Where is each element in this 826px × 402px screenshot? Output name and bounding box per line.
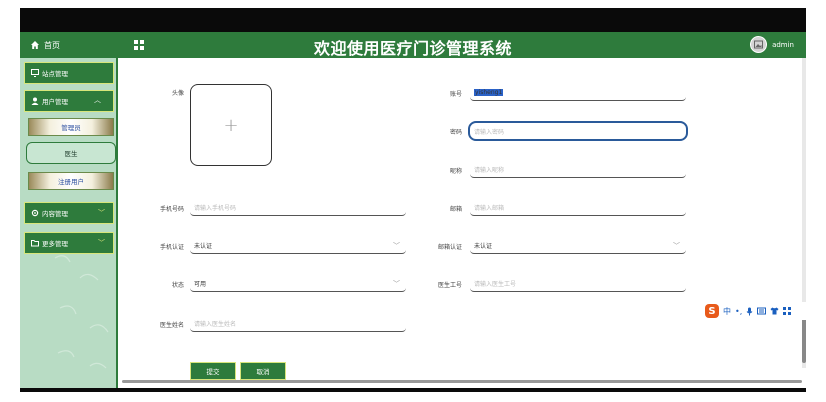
chevron-up-icon: ︿ xyxy=(94,96,101,104)
phone-verify-select[interactable]: 未认证 ﹀ xyxy=(190,238,406,254)
email-label: 邮箱 xyxy=(449,206,462,213)
sogou-logo-icon[interactable]: S xyxy=(705,304,719,318)
user-menu[interactable]: admin xyxy=(750,36,794,53)
sidebar-subitem-label: 注册用户 xyxy=(58,178,84,186)
gear-icon xyxy=(31,209,39,217)
avatar xyxy=(750,36,768,53)
horizontal-scrollbar[interactable] xyxy=(122,380,802,383)
status-select[interactable]: 可用 ﹀ xyxy=(190,276,406,292)
sidebar-item-users[interactable]: 用户管理 ︿ xyxy=(24,90,114,112)
nickname-label: 昵称 xyxy=(449,168,462,175)
sidebar-item-label: 站点管理 xyxy=(42,70,68,78)
email-verify-label: 邮箱认证 xyxy=(437,244,462,251)
browser-bottom-strip xyxy=(20,388,806,392)
email-verify-select[interactable]: 未认证 ﹀ xyxy=(470,238,686,254)
sidebar: 站点管理 用户管理 ︿ 管理员 医生 注册用户 内容管理 ﹀ 更多管理 ﹀ xyxy=(20,58,118,388)
nickname-input[interactable]: 请输入昵称 xyxy=(470,162,686,178)
user-icon xyxy=(31,97,39,105)
cancel-button[interactable]: 取消 xyxy=(240,362,286,380)
skin-shirt-icon[interactable] xyxy=(770,307,779,315)
phone-verify-label: 手机认证 xyxy=(159,244,184,251)
avatar-upload[interactable]: + xyxy=(190,84,272,166)
sidebar-item-label: 内容管理 xyxy=(42,210,68,218)
vertical-scrollbar[interactable] xyxy=(802,58,806,368)
sidebar-subitem-label: 管理员 xyxy=(61,124,81,132)
ime-punctuation[interactable]: •, xyxy=(735,307,742,316)
phone-verify-value: 未认证 xyxy=(194,243,213,250)
chevron-down-icon: ﹀ xyxy=(673,242,680,250)
username: admin xyxy=(772,40,794,49)
status-value: 可用 xyxy=(194,281,207,288)
chevron-down-icon: ﹀ xyxy=(393,280,400,288)
email-placeholder: 请输入邮箱 xyxy=(474,205,505,212)
email-input[interactable]: 请输入邮箱 xyxy=(470,200,686,216)
email-verify-value: 未认证 xyxy=(474,243,493,250)
submit-button[interactable]: 提交 xyxy=(190,362,236,380)
account-input[interactable]: yisheng1 xyxy=(470,85,686,101)
sidebar-item-label: 更多管理 xyxy=(42,240,68,248)
nickname-placeholder: 请输入昵称 xyxy=(474,167,505,174)
sidebar-item-site[interactable]: 站点管理 xyxy=(24,62,114,84)
phone-placeholder: 请输入手机号码 xyxy=(194,205,237,212)
browser-top-strip xyxy=(20,8,806,32)
status-label: 状态 xyxy=(171,282,184,289)
account-value: yisheng1 xyxy=(474,89,504,96)
account-label: 账号 xyxy=(449,91,462,98)
doctor-no-placeholder: 请输入医生工号 xyxy=(474,281,517,288)
ime-mode[interactable]: 中 xyxy=(723,306,731,317)
sidebar-subitem-label: 医生 xyxy=(64,150,78,158)
chevron-down-icon: ﹀ xyxy=(98,209,105,217)
doctor-no-input[interactable]: 请输入医生工号 xyxy=(470,276,686,292)
ime-toolbar[interactable]: S 中 •, xyxy=(703,302,807,320)
doctor-form: 头像 + 账号 yisheng1 密码 请输入密码 昵称 请输入昵称 手机号码 … xyxy=(122,58,806,388)
doctor-name-placeholder: 请输入医生姓名 xyxy=(194,321,237,328)
password-input[interactable]: 请输入密码 xyxy=(468,121,688,141)
toolbox-grid-icon[interactable] xyxy=(783,307,792,315)
microphone-icon[interactable] xyxy=(746,307,753,316)
page-title: 欢迎使用医疗门诊管理系统 xyxy=(313,39,512,58)
sidebar-item-content[interactable]: 内容管理 ﹀ xyxy=(24,202,114,224)
sidebar-subitem-doctor[interactable]: 医生 xyxy=(26,142,116,164)
sidebar-subitem-admin[interactable]: 管理员 xyxy=(28,118,114,136)
folder-icon xyxy=(31,240,39,247)
plus-icon: + xyxy=(223,114,239,136)
avatar-label: 头像 xyxy=(171,90,184,97)
header-bar: 首页 欢迎使用医疗门诊管理系统 admin xyxy=(20,32,806,58)
phone-input[interactable]: 请输入手机号码 xyxy=(190,200,406,216)
sidebar-subitem-registered-users[interactable]: 注册用户 xyxy=(28,172,114,190)
doctor-name-label: 医生姓名 xyxy=(159,322,184,329)
doctor-name-input[interactable]: 请输入医生姓名 xyxy=(190,316,406,332)
sidebar-item-more[interactable]: 更多管理 ﹀ xyxy=(24,232,114,254)
phone-label: 手机号码 xyxy=(159,206,184,213)
password-placeholder: 请输入密码 xyxy=(474,128,505,136)
doctor-no-label: 医生工号 xyxy=(437,282,462,289)
chevron-down-icon: ﹀ xyxy=(393,242,400,250)
sidebar-decoration xyxy=(54,255,109,369)
image-icon xyxy=(754,40,764,49)
chevron-down-icon: ﹀ xyxy=(98,239,105,247)
sidebar-item-label: 用户管理 xyxy=(42,98,68,106)
monitor-icon xyxy=(31,69,39,77)
keyboard-icon[interactable] xyxy=(757,307,767,315)
password-label: 密码 xyxy=(449,129,462,136)
